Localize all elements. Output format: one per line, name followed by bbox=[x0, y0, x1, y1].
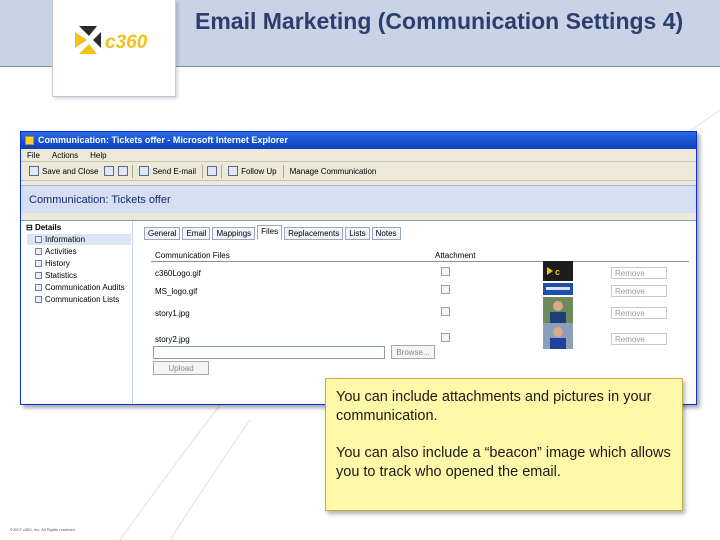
activities-icon bbox=[35, 248, 42, 255]
information-icon bbox=[35, 236, 42, 243]
menu-help[interactable]: Help bbox=[90, 149, 106, 161]
person-photo-thumbnail bbox=[543, 323, 573, 349]
save-close-button[interactable]: Save and Close bbox=[27, 162, 100, 181]
nav-header-label: Details bbox=[34, 223, 62, 232]
column-attachment: Attachment bbox=[435, 251, 476, 260]
tab-email[interactable]: Email bbox=[182, 227, 211, 240]
svg-text:c: c bbox=[555, 267, 560, 277]
history-icon bbox=[35, 260, 42, 267]
tab-general[interactable]: General bbox=[144, 227, 181, 240]
nav-item-label: Activities bbox=[45, 247, 77, 256]
manage-communication-label: Manage Communication bbox=[289, 166, 377, 176]
menu-file[interactable]: File bbox=[27, 149, 40, 161]
c360-logo-icon: c360 bbox=[75, 26, 148, 54]
column-communication-files: Communication Files bbox=[155, 251, 230, 260]
toolbar-separator bbox=[132, 164, 134, 178]
nav-item-label: Communication Lists bbox=[45, 295, 120, 304]
remove-button[interactable]: Remove bbox=[611, 307, 667, 319]
tab-notes[interactable]: Notes bbox=[371, 227, 401, 240]
nav-item-label: History bbox=[45, 259, 70, 268]
remove-button[interactable]: Remove bbox=[611, 285, 667, 297]
logo: c360 bbox=[52, 0, 176, 97]
attachment-checkbox[interactable] bbox=[441, 307, 450, 316]
toolbar: Save and Close Send E-mail Follow Up Man… bbox=[21, 162, 696, 181]
nav-item-label: Communication Audits bbox=[45, 283, 125, 292]
statistics-icon bbox=[35, 272, 42, 279]
callout-paragraph: You can also include a “beacon” image wh… bbox=[336, 445, 671, 480]
file-name: c360Logo.gif bbox=[155, 269, 201, 278]
nav-item-communication-lists[interactable]: Communication Lists bbox=[27, 294, 131, 305]
ie-window: Communication: Tickets offer - Microsoft… bbox=[20, 131, 697, 405]
file-name: story2.jpg bbox=[155, 335, 190, 344]
upload-button[interactable]: Upload bbox=[153, 361, 209, 375]
lists-icon bbox=[35, 296, 42, 303]
form-header: Communication: Tickets offer bbox=[21, 185, 696, 213]
slide-title: Email Marketing (Communication Settings … bbox=[195, 8, 684, 34]
tab-files[interactable]: Files bbox=[257, 225, 283, 240]
microsoft-logo-thumbnail bbox=[543, 283, 573, 295]
details-nav: ⊟ Details Information Activities History… bbox=[21, 221, 133, 404]
nav-header[interactable]: ⊟ Details bbox=[26, 223, 61, 232]
communication-icon bbox=[25, 136, 34, 145]
nav-item-label: Statistics bbox=[45, 271, 78, 280]
attachment-checkbox[interactable] bbox=[441, 267, 450, 276]
audits-icon bbox=[35, 284, 42, 291]
window-titlebar[interactable]: Communication: Tickets offer - Microsoft… bbox=[21, 132, 696, 149]
menu-bar: File Actions Help bbox=[21, 149, 696, 162]
files-table-header: Communication Files Attachment bbox=[151, 251, 689, 262]
person-photo-thumbnail bbox=[543, 297, 573, 323]
table-row: MS_logo.gif Remove bbox=[151, 283, 689, 303]
browse-button[interactable]: Browse... bbox=[391, 345, 435, 359]
attachment-checkbox[interactable] bbox=[441, 333, 450, 342]
print-icon[interactable] bbox=[118, 166, 129, 176]
table-row: story1.jpg Remove bbox=[151, 297, 689, 325]
nav-item-activities[interactable]: Activities bbox=[27, 246, 131, 257]
follow-up-label: Follow Up bbox=[241, 166, 277, 176]
tab-replacements[interactable]: Replacements bbox=[284, 227, 344, 240]
properties-icon[interactable] bbox=[104, 166, 115, 176]
tab-strip: General Email Mappings Files Replacement… bbox=[144, 225, 401, 240]
window-title: Communication: Tickets offer - Microsoft… bbox=[38, 135, 288, 145]
tab-lists[interactable]: Lists bbox=[345, 227, 370, 240]
toolbar-separator bbox=[221, 164, 223, 178]
callout-paragraph: You can include attachments and pictures… bbox=[336, 389, 652, 424]
nav-item-communication-audits[interactable]: Communication Audits bbox=[27, 282, 131, 293]
save-close-label: Save and Close bbox=[42, 166, 99, 176]
toolbar-separator bbox=[282, 164, 284, 178]
follow-up-button[interactable]: Follow Up bbox=[226, 162, 279, 181]
menu-actions[interactable]: Actions bbox=[52, 149, 78, 161]
callout-note: You can include attachments and pictures… bbox=[325, 378, 683, 511]
c360-logo-thumbnail: c bbox=[543, 261, 573, 281]
file-path-input[interactable] bbox=[153, 346, 385, 359]
nav-item-history[interactable]: History bbox=[27, 258, 131, 269]
attach-icon[interactable] bbox=[207, 166, 218, 176]
nav-item-statistics[interactable]: Statistics bbox=[27, 270, 131, 281]
file-name: MS_logo.gif bbox=[155, 287, 198, 296]
remove-button[interactable]: Remove bbox=[611, 267, 667, 279]
follow-up-icon bbox=[228, 166, 239, 176]
logo-text: c360 bbox=[105, 32, 148, 53]
table-row: c360Logo.gif c Remove bbox=[151, 261, 689, 285]
copyright-text: ©2007 c360, Inc. All Rights reserved. bbox=[10, 527, 76, 532]
send-email-label: Send E-mail bbox=[152, 166, 197, 176]
tab-mappings[interactable]: Mappings bbox=[212, 227, 256, 240]
file-name: story1.jpg bbox=[155, 309, 190, 318]
toolbar-separator bbox=[202, 164, 204, 178]
attachment-checkbox[interactable] bbox=[441, 285, 450, 294]
remove-button[interactable]: Remove bbox=[611, 333, 667, 345]
save-icon bbox=[29, 166, 39, 176]
nav-item-label: Information bbox=[45, 235, 86, 244]
email-icon bbox=[139, 166, 150, 176]
manage-communication-button[interactable]: Manage Communication bbox=[288, 162, 379, 181]
nav-item-information[interactable]: Information bbox=[27, 234, 131, 245]
send-email-button[interactable]: Send E-mail bbox=[137, 162, 198, 181]
